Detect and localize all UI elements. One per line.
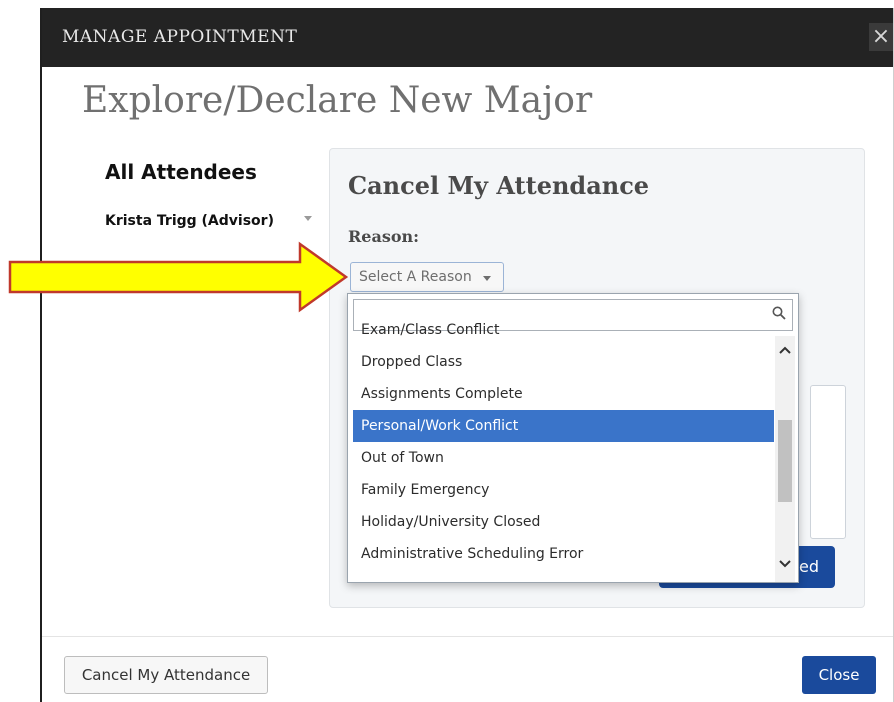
reason-option[interactable]: Assignments Complete <box>353 378 774 410</box>
reason-option[interactable]: Administrative Scheduling Error <box>353 538 774 570</box>
chevron-up-icon[interactable] <box>775 340 795 360</box>
comment-textarea[interactable] <box>810 385 846 539</box>
reason-option-partial[interactable]: Exam/Class Conflict <box>353 314 774 346</box>
reason-label: Reason: <box>348 227 420 246</box>
cancel-my-attendance-button[interactable]: Cancel My Attendance <box>64 656 268 694</box>
footer-divider <box>42 636 893 637</box>
modal-header: MANAGE APPOINTMENT × <box>42 8 893 67</box>
reason-options-list: Exam/Class Conflict Dropped Class Assign… <box>348 322 774 582</box>
attendee-name[interactable]: Krista Trigg (Advisor) <box>105 213 274 229</box>
close-icon[interactable]: × <box>869 23 893 51</box>
chevron-down-icon <box>483 276 491 281</box>
attendee-chevron-down-icon[interactable] <box>304 216 312 221</box>
attendees-heading: All Attendees <box>105 160 257 184</box>
reason-select[interactable]: Select A Reason <box>350 262 504 292</box>
modal-title: MANAGE APPOINTMENT <box>62 27 298 47</box>
search-icon <box>772 306 786 320</box>
reason-option[interactable]: Family Emergency <box>353 474 774 506</box>
reason-select-label: Select A Reason <box>359 269 472 285</box>
reason-dropdown: Exam/Class Conflict Dropped Class Assign… <box>347 293 799 583</box>
chevron-down-icon[interactable] <box>775 554 795 574</box>
annotation-arrow-icon <box>8 241 349 313</box>
dropdown-scrollbar[interactable] <box>775 336 795 582</box>
page-title: Explore/Declare New Major <box>82 80 593 121</box>
panel-title: Cancel My Attendance <box>348 171 650 200</box>
reason-option-selected[interactable]: Personal/Work Conflict <box>353 410 774 442</box>
close-button[interactable]: Close <box>802 656 876 694</box>
manage-appointment-modal: MANAGE APPOINTMENT × Explore/Declare New… <box>40 8 894 702</box>
reason-option[interactable]: Dropped Class <box>353 346 774 378</box>
reason-option[interactable]: Holiday/University Closed <box>353 506 774 538</box>
scrollbar-thumb[interactable] <box>778 420 792 502</box>
reason-option[interactable]: Out of Town <box>353 442 774 474</box>
